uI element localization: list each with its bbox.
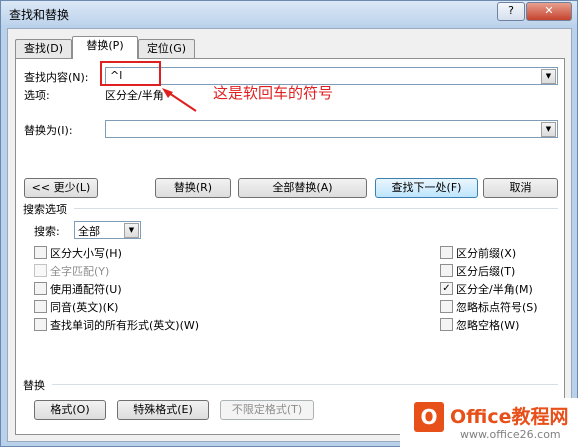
office-icon: O — [414, 402, 444, 432]
office-logo-watermark: O Office教程网 www.office26.com — [400, 398, 578, 447]
annotation-arrow — [162, 88, 197, 112]
watermark-url: www.office26.com — [460, 428, 561, 441]
tab-replace[interactable]: 替换(P) — [72, 36, 138, 59]
annotation-text: 这是软回车的符号 — [213, 84, 334, 102]
watermark-brand: Office教程网 — [450, 406, 569, 428]
